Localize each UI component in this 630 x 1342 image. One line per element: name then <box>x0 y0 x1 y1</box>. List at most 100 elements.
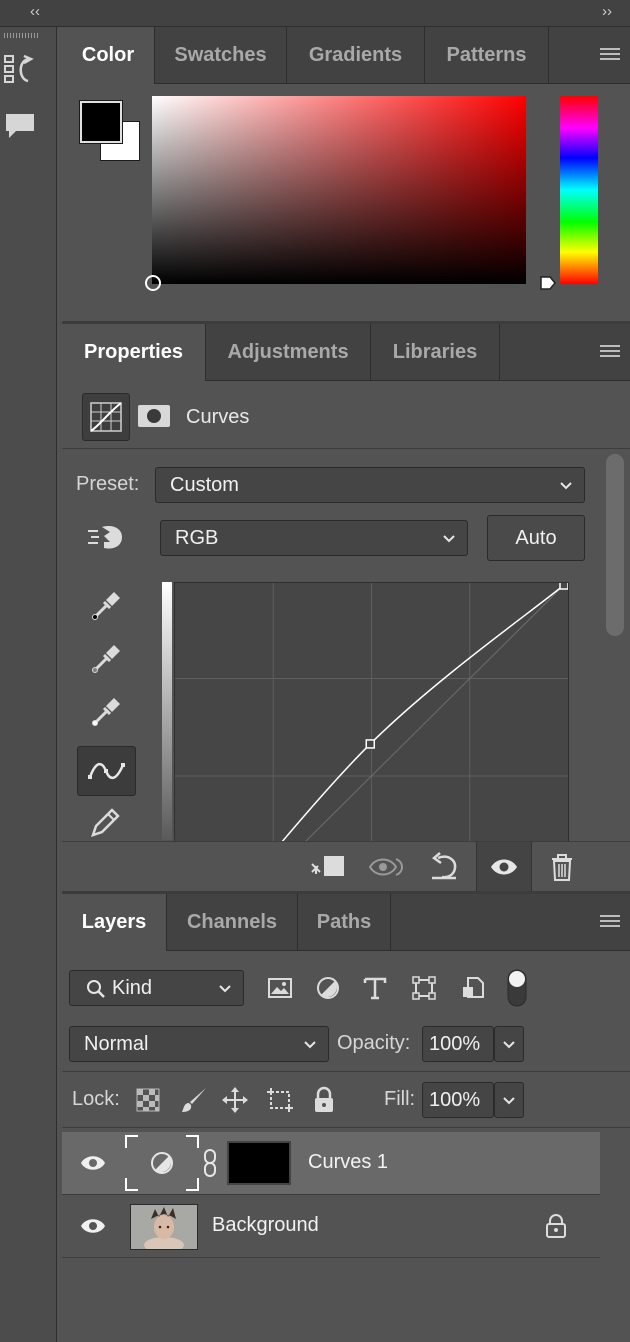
chevron-down-icon <box>501 1036 517 1052</box>
curves-adjustment-icon[interactable] <box>82 393 130 441</box>
filter-toggle-switch[interactable] <box>506 968 528 1008</box>
properties-panel-tabs: Properties Adjustments Libraries <box>62 324 630 381</box>
color-picker-cursor-icon[interactable] <box>145 275 161 291</box>
view-previous-state-icon[interactable] <box>368 854 406 880</box>
lock-transparent-pixels-icon[interactable] <box>136 1088 160 1112</box>
lock-icon <box>545 1214 567 1238</box>
lock-position-move-icon[interactable] <box>221 1086 249 1114</box>
collapse-toolbar-button[interactable]: ‹‹ <box>30 3 40 20</box>
curve-control-point[interactable] <box>559 583 568 590</box>
curve-line[interactable] <box>175 584 565 841</box>
chain-link-icon[interactable] <box>202 1148 218 1178</box>
divider <box>62 448 630 449</box>
preset-value: Custom <box>170 474 239 496</box>
layer-image-thumbnail[interactable] <box>130 1204 198 1250</box>
lock-artboard-icon[interactable] <box>265 1086 295 1114</box>
tab-channels[interactable]: Channels <box>167 894 298 950</box>
opacity-label: Opacity: <box>337 1032 411 1054</box>
curve-baseline <box>305 584 565 841</box>
filter-adjustment-layers-icon[interactable] <box>315 975 341 1001</box>
tab-layers[interactable]: Layers <box>62 894 167 951</box>
preset-dropdown[interactable]: Custom <box>155 467 585 503</box>
color-panel-tabs: Color Swatches Gradients Patterns <box>62 27 630 84</box>
delete-trash-icon[interactable] <box>549 852 575 882</box>
properties-panel-menu-icon[interactable] <box>600 345 620 359</box>
history-icon[interactable] <box>4 53 38 87</box>
blend-mode-value: Normal <box>84 1033 149 1055</box>
side-toolbar <box>0 27 57 1342</box>
curves-graph-svg[interactable] <box>175 583 568 841</box>
eye-visibility-icon[interactable] <box>80 1216 106 1236</box>
layers-panel: Layers Channels Paths <box>62 894 630 1342</box>
color-panel-menu-icon[interactable] <box>600 48 620 62</box>
targeted-adjustment-hand-icon[interactable] <box>86 522 126 554</box>
hue-slider-handle-icon[interactable] <box>539 275 557 291</box>
fill-input[interactable]: 100% <box>422 1082 494 1118</box>
tab-libraries[interactable]: Libraries <box>371 324 500 380</box>
lock-label: Lock: <box>72 1088 120 1110</box>
tab-patterns[interactable]: Patterns <box>425 27 549 83</box>
divider <box>62 1127 630 1128</box>
color-saturation-field[interactable] <box>145 96 526 291</box>
edit-points-curve-icon[interactable] <box>77 746 136 796</box>
tab-properties[interactable]: Properties <box>62 324 206 381</box>
layer-mask-thumbnail[interactable] <box>227 1141 291 1185</box>
layer-row-background[interactable]: Background <box>62 1194 600 1257</box>
opacity-dropdown-button[interactable] <box>494 1026 524 1062</box>
divider <box>62 1071 630 1072</box>
filter-shape-layers-icon[interactable] <box>411 975 437 1001</box>
chevron-down-icon <box>558 477 574 493</box>
toggle-visibility-icon[interactable] <box>476 842 532 892</box>
properties-footer <box>62 841 630 892</box>
curves-graph[interactable] <box>174 582 569 842</box>
adjustment-title: Curves <box>186 406 250 428</box>
comments-icon[interactable] <box>4 111 36 143</box>
blend-mode-dropdown[interactable]: Normal <box>69 1026 329 1062</box>
curve-control-point[interactable] <box>365 739 376 749</box>
chevron-down-icon <box>501 1092 517 1108</box>
lock-image-pixels-brush-icon[interactable] <box>180 1086 208 1114</box>
adjustment-icon[interactable] <box>124 1134 200 1192</box>
layer-name[interactable]: Curves 1 <box>308 1151 388 1174</box>
reset-icon[interactable] <box>428 852 460 882</box>
chevron-down-icon <box>302 1036 318 1052</box>
layers-panel-menu-icon[interactable] <box>600 915 620 929</box>
tab-swatches[interactable]: Swatches <box>155 27 287 83</box>
layer-mask-icon[interactable] <box>137 404 171 428</box>
pencil-draw-icon[interactable] <box>88 804 124 840</box>
lock-all-icon[interactable] <box>312 1086 336 1114</box>
gray-point-eyedropper-icon[interactable] <box>88 641 124 677</box>
clip-to-layer-icon[interactable] <box>310 854 346 880</box>
opacity-input[interactable]: 100% <box>422 1026 494 1062</box>
tab-gradients[interactable]: Gradients <box>287 27 425 83</box>
eye-visibility-icon[interactable] <box>80 1153 106 1173</box>
filter-pixel-layers-icon[interactable] <box>267 975 293 1001</box>
foreground-color-swatch[interactable] <box>79 100 123 144</box>
layer-name[interactable]: Background <box>212 1214 319 1237</box>
panel-dock-header: ‹‹ ›› <box>0 0 630 27</box>
search-icon <box>86 979 106 999</box>
scrollbar-thumb[interactable] <box>606 454 624 636</box>
filter-smart-objects-icon[interactable] <box>460 975 486 1001</box>
divider <box>62 1257 600 1258</box>
fill-label: Fill: <box>384 1088 416 1110</box>
fill-dropdown-button[interactable] <box>494 1082 524 1118</box>
tab-color[interactable]: Color <box>62 27 155 84</box>
collapse-panels-button[interactable]: ›› <box>602 3 612 20</box>
preset-label: Preset: <box>76 473 140 495</box>
channel-dropdown[interactable]: RGB <box>160 520 468 556</box>
tab-adjustments[interactable]: Adjustments <box>206 324 371 380</box>
hue-slider[interactable] <box>560 96 598 284</box>
toolbar-grip-icon[interactable] <box>4 33 40 38</box>
layer-row-curves[interactable]: Curves 1 <box>62 1132 600 1194</box>
filter-type-layers-icon[interactable] <box>362 975 388 1001</box>
filter-kind-value: Kind <box>112 977 153 999</box>
chevron-down-icon <box>217 980 233 996</box>
auto-button[interactable]: Auto <box>487 515 585 561</box>
filter-kind-dropdown[interactable]: Kind <box>69 970 244 1006</box>
tab-paths[interactable]: Paths <box>298 894 391 950</box>
black-point-eyedropper-icon[interactable] <box>88 588 124 624</box>
white-point-eyedropper-icon[interactable] <box>88 694 124 730</box>
chevron-down-icon <box>441 530 457 546</box>
input-gradient-bar <box>162 582 172 840</box>
